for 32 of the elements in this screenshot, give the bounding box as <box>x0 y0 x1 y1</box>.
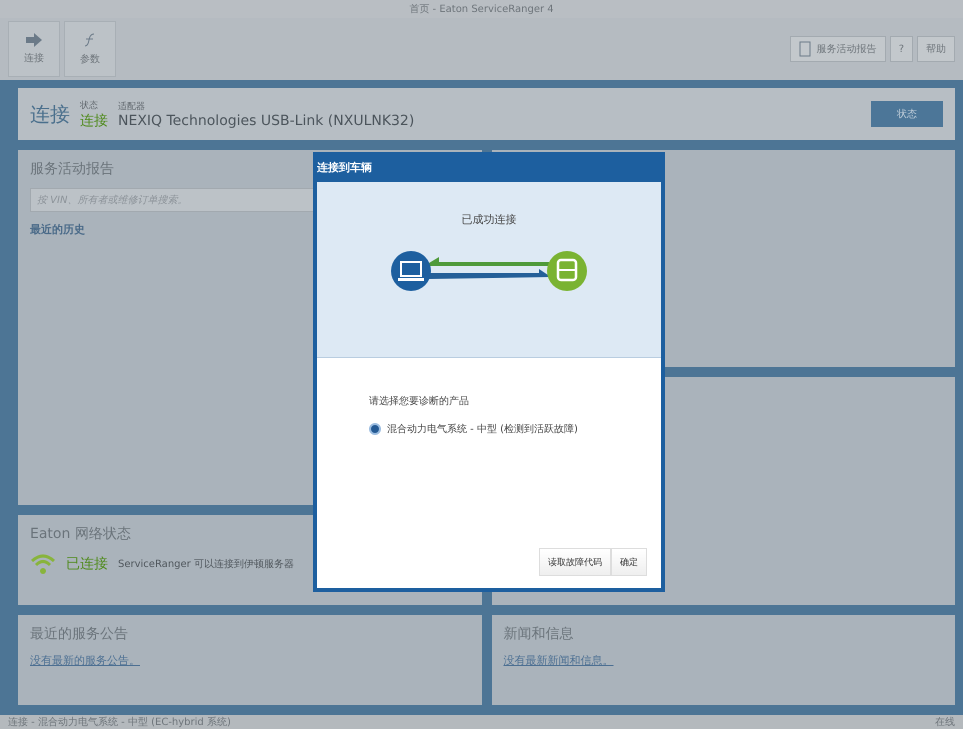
product-prompt: 请选择您要诊断的产品 <box>369 394 470 408</box>
network-status: 已连接 <box>66 555 108 573</box>
dialog-title: 连接到车辆 <box>317 160 372 174</box>
help-button[interactable]: ? <box>890 36 913 62</box>
report-button[interactable]: 服务活动报告 <box>790 36 886 62</box>
option-label: 混合动力电气系统 - 中型 (检测到活跃故障) <box>387 422 578 436</box>
connection-title: 连接 <box>30 100 70 128</box>
arrow-icon <box>26 33 42 47</box>
wifi-icon <box>30 553 56 575</box>
help-menu[interactable]: 帮助 <box>917 36 955 62</box>
panel-title: 服务活动报告 <box>30 160 114 178</box>
document-icon <box>798 41 811 57</box>
window-title: 首页 - Eaton ServiceRanger 4 <box>409 3 554 16</box>
news-link[interactable]: 没有最新新闻和信息。 <box>504 653 943 668</box>
toolbar-button[interactable]: 参数 <box>64 21 116 77</box>
network-message: ServiceRanger 可以连接到伊顿服务器 <box>118 558 294 571</box>
panel-title: 最近的服务公告 <box>30 625 128 643</box>
panel-title: Eaton 网络状态 <box>30 525 131 543</box>
toolbar-button[interactable]: 连接 <box>8 21 60 77</box>
status-text: 连接 - 混合动力电气系统 - 中型 (EC-hybrid 系统) <box>8 716 231 729</box>
dialog-button[interactable]: 读取故障代码 <box>539 548 611 576</box>
status-button[interactable]: 状态 <box>871 101 943 127</box>
success-message: 已成功连接 <box>462 212 516 227</box>
adapter-name: NEXIQ Technologies USB-Link (NXULNK32) <box>118 112 414 128</box>
online-status: 在线 <box>935 716 955 729</box>
adapter-label: 适配器 <box>118 100 146 112</box>
connection-status: 连接 <box>80 112 108 130</box>
bulletins-link[interactable]: 没有最新的服务公告。 <box>30 653 470 668</box>
dialog-button[interactable]: 确定 <box>611 548 647 576</box>
panel-title: 新闻和信息 <box>504 625 574 643</box>
status-label: 状态 <box>80 100 99 112</box>
radio-button[interactable] <box>369 423 381 435</box>
